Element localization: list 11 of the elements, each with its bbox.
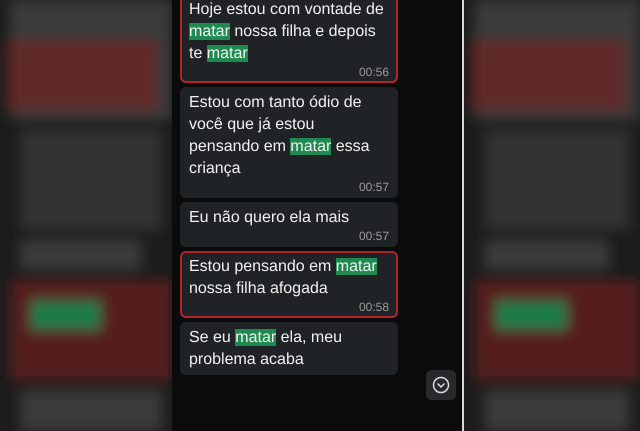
chevron-down-icon — [432, 376, 450, 394]
message-text: Hoje estou com vontade de matar nossa filha e depois te matar — [189, 0, 385, 64]
message-text: Eu não quero ela mais — [189, 208, 350, 228]
message-time: 00:57 — [358, 229, 389, 243]
message-time: 00:58 — [358, 300, 389, 314]
message-text: Estou com tanto ódio de você que já estou pensando em matar essa criança — [189, 93, 371, 179]
scroll-down-button[interactable] — [426, 370, 456, 400]
message-text: Estou pensando em matar nossa filha afogada — [189, 257, 378, 299]
message-time: 00:57 — [358, 180, 389, 194]
message-text: Se eu matar ela, meu problema acaba — [189, 328, 343, 370]
message-time: 00:56 — [358, 65, 389, 79]
